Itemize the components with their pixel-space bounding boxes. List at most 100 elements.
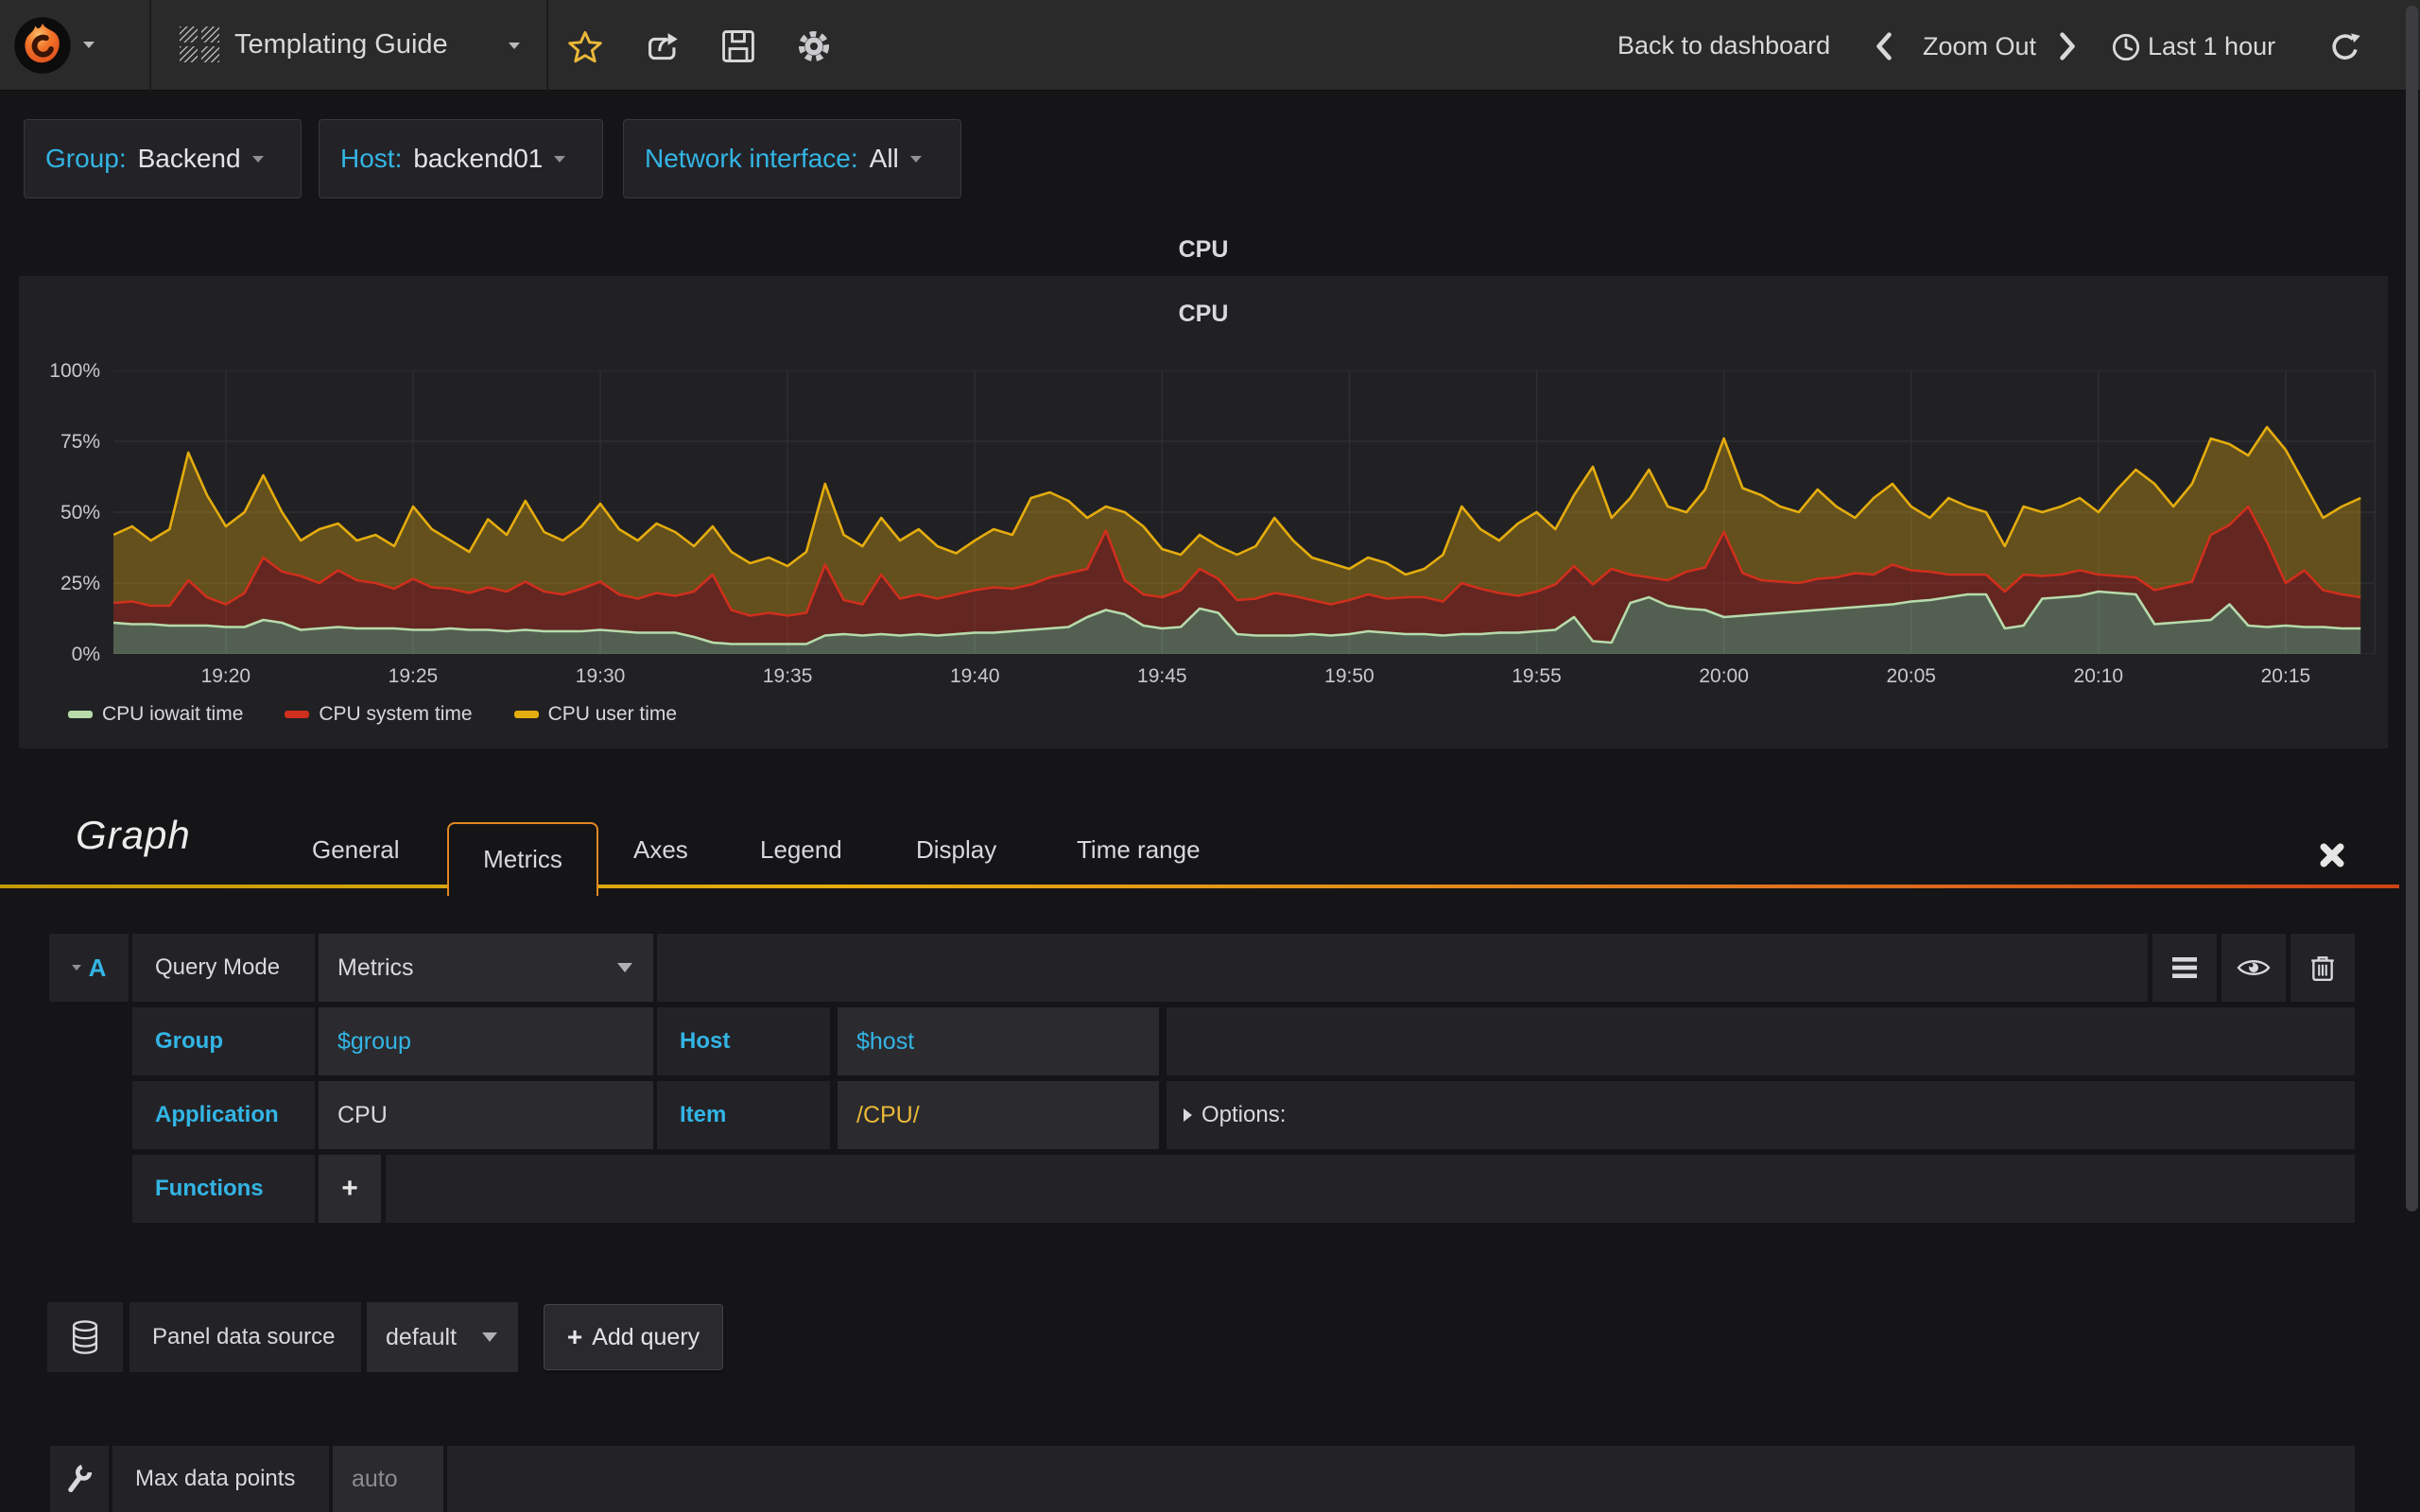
time-shift-right-icon[interactable]	[2053, 31, 2082, 61]
graph-title: CPU	[1178, 301, 1229, 327]
dashboard-grid-icon[interactable]	[180, 26, 221, 64]
item-input[interactable]: /CPU/	[838, 1081, 1159, 1149]
group-label-cell: Group	[132, 1007, 315, 1075]
x-tick-label: 20:10	[2073, 665, 2124, 687]
add-function-button[interactable]: +	[319, 1155, 381, 1223]
legend-swatch-icon	[68, 711, 93, 718]
add-query-button[interactable]: + Add query	[544, 1304, 723, 1370]
editor-tabs-divider	[0, 885, 2399, 888]
panel-type-title: Graph	[76, 813, 191, 857]
close-editor-icon[interactable]	[2314, 839, 2350, 871]
x-tick-label: 19:35	[762, 665, 813, 687]
variable-label: Network interface:	[645, 144, 858, 173]
item-label-cell: Item	[657, 1081, 830, 1149]
y-tick-label: 75%	[60, 431, 100, 453]
dashboard-title-caret-icon[interactable]	[509, 43, 520, 49]
zoom-out-button[interactable]: Zoom Out	[1923, 32, 2036, 61]
variable-label: Group:	[45, 144, 127, 173]
plus-icon: +	[566, 1322, 583, 1351]
host-label-cell: Host	[657, 1007, 830, 1075]
share-icon[interactable]	[641, 28, 681, 64]
chevron-down-icon	[617, 963, 632, 972]
chevron-down-icon	[909, 155, 922, 163]
tab-metrics[interactable]: Metrics	[447, 822, 598, 896]
variable-dropdown-group[interactable]: Group: Backend	[24, 119, 302, 198]
legend-label: CPU user time	[547, 703, 678, 725]
variable-value: Backend	[137, 144, 241, 173]
application-label-cell: Application	[132, 1081, 315, 1149]
navbar-divider	[149, 0, 151, 91]
tab-time-range[interactable]: Time range	[1077, 835, 1201, 865]
legend-item[interactable]: CPU iowait time	[68, 703, 243, 726]
graph-plot-area[interactable]	[113, 370, 2376, 654]
expand-right-icon	[1184, 1108, 1192, 1122]
dashboard-title[interactable]: Templating Guide	[234, 29, 448, 60]
y-tick-label: 25%	[60, 573, 100, 594]
database-icon	[47, 1302, 123, 1372]
collapse-caret-icon	[71, 965, 81, 971]
panel-header-title[interactable]: CPU	[19, 236, 2388, 264]
row-filler	[386, 1155, 2355, 1223]
x-tick-label: 19:25	[388, 665, 439, 687]
legend-swatch-icon	[513, 711, 539, 718]
time-picker-button[interactable]: Last 1 hour	[2148, 32, 2275, 61]
max-data-points-label-cell: Max data points	[112, 1446, 329, 1512]
x-tick-label: 20:15	[2260, 665, 2311, 687]
x-tick-label: 19:45	[1137, 665, 1187, 687]
query-row-collapse[interactable]: A	[49, 934, 129, 1002]
chevron-down-icon	[251, 155, 264, 163]
y-tick-label: 0%	[71, 644, 100, 665]
query-row-filler	[657, 934, 2148, 1002]
host-input[interactable]: $host	[838, 1007, 1159, 1075]
query-ref-id: A	[88, 953, 107, 982]
x-tick-label: 20:00	[1699, 665, 1749, 687]
grafana-logo-icon[interactable]	[13, 16, 72, 75]
time-shift-left-icon[interactable]	[1870, 31, 1898, 61]
query-menu-icon[interactable]	[2152, 934, 2217, 1002]
legend-label: CPU system time	[319, 703, 473, 725]
functions-label-cell: Functions	[132, 1155, 315, 1223]
y-axis-labels: 0% 25% 50% 75% 100%	[19, 360, 108, 665]
save-icon[interactable]	[718, 29, 758, 63]
group-input[interactable]: $group	[319, 1007, 653, 1075]
legend-label: CPU iowait time	[102, 703, 244, 725]
legend-item[interactable]: CPU user time	[513, 703, 678, 726]
options-toggle[interactable]: Options:	[1167, 1081, 2355, 1149]
variable-label: Host:	[340, 144, 403, 173]
scrollbar-thumb[interactable]	[2406, 6, 2418, 1211]
tab-legend[interactable]: Legend	[760, 835, 842, 865]
variable-dropdown-host[interactable]: Host: backend01	[319, 119, 603, 198]
star-icon[interactable]	[565, 30, 605, 64]
navbar-divider	[546, 0, 548, 91]
query-toggle-visibility-eye-icon[interactable]	[2221, 934, 2286, 1002]
clock-icon	[2111, 32, 2141, 62]
refresh-icon[interactable]	[2327, 29, 2363, 65]
query-mode-select[interactable]: Metrics	[319, 934, 653, 1002]
chevron-down-icon	[482, 1332, 497, 1342]
query-mode-label-cell: Query Mode	[132, 934, 315, 1002]
row-filler	[447, 1446, 2355, 1512]
gear-icon[interactable]	[794, 28, 834, 64]
x-tick-label: 19:40	[949, 665, 1000, 687]
application-input[interactable]: CPU	[319, 1081, 653, 1149]
x-tick-label: 20:05	[1886, 665, 1936, 687]
variable-value: All	[869, 144, 899, 173]
graph-legend: CPU iowait time CPU system time CPU user…	[68, 703, 677, 726]
tab-display[interactable]: Display	[916, 835, 996, 865]
tab-axes[interactable]: Axes	[633, 835, 688, 865]
datasource-select[interactable]: default	[367, 1302, 518, 1372]
y-tick-label: 50%	[60, 502, 100, 524]
graph-panel: CPU 0% 25% 50% 75% 100% 19:20 19:25 19:30 19:35…	[19, 276, 2388, 748]
query-delete-trash-icon[interactable]	[2290, 934, 2355, 1002]
tab-general[interactable]: General	[312, 835, 400, 865]
navbar: Templating Guide Back to dashboard Zoom …	[0, 0, 2420, 91]
legend-swatch-icon	[285, 711, 310, 718]
legend-item[interactable]: CPU system time	[285, 703, 473, 726]
x-tick-label: 19:50	[1324, 665, 1374, 687]
max-data-points-input[interactable]: auto	[333, 1446, 443, 1512]
x-tick-label: 19:20	[200, 665, 251, 687]
variable-dropdown-network-interface[interactable]: Network interface: All	[623, 119, 961, 198]
org-switcher-caret-icon[interactable]	[83, 42, 95, 48]
chevron-down-icon	[554, 155, 566, 163]
back-to-dashboard-button[interactable]: Back to dashboard	[1617, 31, 1830, 60]
